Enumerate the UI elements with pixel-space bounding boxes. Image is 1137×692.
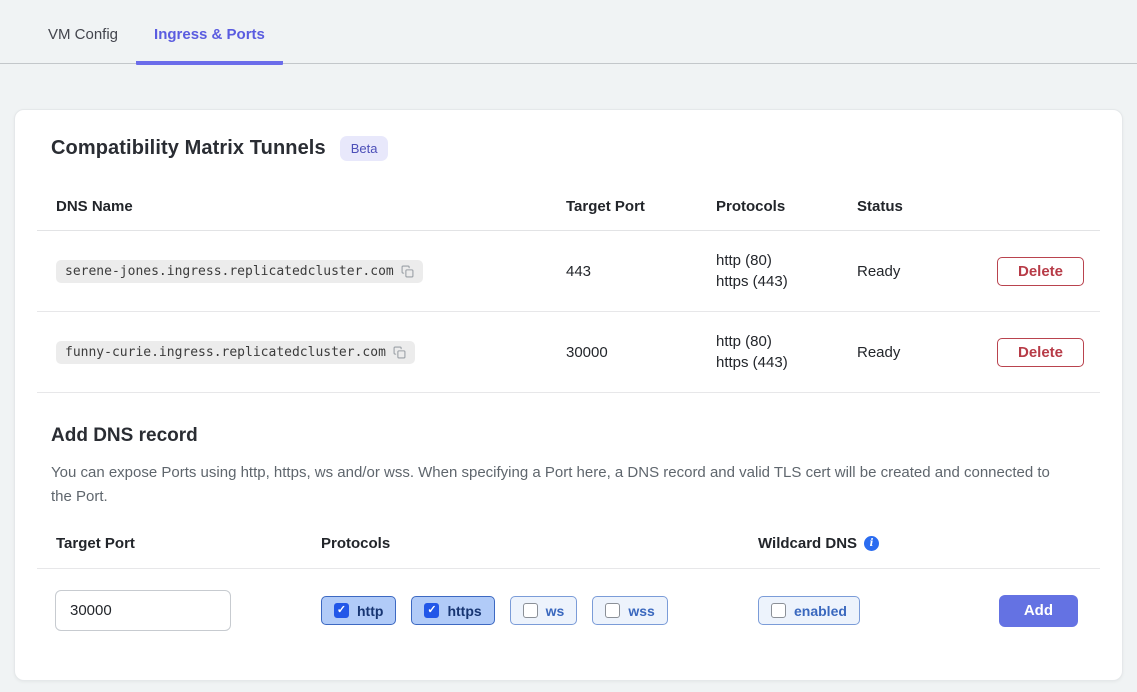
info-icon[interactable]: i bbox=[864, 536, 879, 551]
status-cell: Ready bbox=[838, 344, 978, 361]
copy-icon[interactable] bbox=[401, 265, 414, 278]
checkbox-icon bbox=[424, 603, 439, 618]
protocols-group: http https ws wss bbox=[321, 596, 758, 625]
tab-bar: VM Config Ingress & Ports bbox=[0, 0, 1137, 64]
target-port-input[interactable] bbox=[55, 590, 231, 631]
protocol-label: http bbox=[357, 603, 383, 619]
wildcard-enabled-checkbox[interactable]: enabled bbox=[758, 596, 860, 625]
dns-name-pill: funny-curie.ingress.replicatedcluster.co… bbox=[56, 341, 415, 364]
card-title: Compatibility Matrix Tunnels bbox=[51, 137, 326, 160]
form-header-protocols: Protocols bbox=[321, 535, 758, 552]
target-port-field-cell bbox=[37, 590, 321, 631]
card-title-row: Compatibility Matrix Tunnels Beta bbox=[37, 136, 1100, 161]
checkbox-icon bbox=[605, 603, 620, 618]
protocol-line: https (443) bbox=[716, 271, 838, 292]
checkbox-icon bbox=[334, 603, 349, 618]
dns-name-cell: serene-jones.ingress.replicatedcluster.c… bbox=[37, 260, 547, 283]
protocol-label: https bbox=[447, 603, 481, 619]
header-target-port: Target Port bbox=[547, 183, 697, 230]
table-row: serene-jones.ingress.replicatedcluster.c… bbox=[37, 231, 1100, 312]
protocol-label: ws bbox=[546, 603, 565, 619]
header-dns-name: DNS Name bbox=[37, 183, 547, 230]
add-button[interactable]: Add bbox=[999, 595, 1078, 627]
wildcard-and-submit-cell: enabled Add bbox=[758, 595, 1100, 627]
dns-name-text: serene-jones.ingress.replicatedcluster.c… bbox=[65, 264, 394, 279]
tab-vm-config[interactable]: VM Config bbox=[30, 22, 136, 63]
checkbox-icon bbox=[771, 603, 786, 618]
header-status: Status bbox=[838, 183, 978, 230]
actions-cell: Delete bbox=[978, 338, 1106, 367]
protocol-line: https (443) bbox=[716, 352, 838, 373]
target-port-cell: 443 bbox=[547, 263, 697, 280]
tunnels-card: Compatibility Matrix Tunnels Beta DNS Na… bbox=[14, 109, 1123, 681]
protocol-checkbox-https[interactable]: https bbox=[411, 596, 494, 625]
tunnels-table: DNS Name Target Port Protocols Status se… bbox=[37, 183, 1100, 393]
add-dns-description: You can expose Ports using http, https, … bbox=[37, 461, 1052, 509]
wildcard-enabled-label: enabled bbox=[794, 603, 847, 619]
wildcard-dns-label: Wildcard DNS bbox=[758, 535, 857, 552]
dns-name-pill: serene-jones.ingress.replicatedcluster.c… bbox=[56, 260, 423, 283]
add-dns-form-row: http https ws wss enabled bbox=[37, 590, 1100, 631]
protocols-cell: http (80) https (443) bbox=[697, 331, 838, 373]
dns-name-cell: funny-curie.ingress.replicatedcluster.co… bbox=[37, 341, 547, 364]
table-header-row: DNS Name Target Port Protocols Status bbox=[37, 183, 1100, 231]
protocols-cell: http (80) https (443) bbox=[697, 250, 838, 292]
protocol-checkbox-wss[interactable]: wss bbox=[592, 596, 667, 625]
header-actions bbox=[978, 192, 1100, 222]
protocol-checkbox-ws[interactable]: ws bbox=[510, 596, 578, 625]
tab-ingress-ports[interactable]: Ingress & Ports bbox=[136, 22, 283, 65]
table-row: funny-curie.ingress.replicatedcluster.co… bbox=[37, 312, 1100, 393]
protocol-label: wss bbox=[628, 603, 654, 619]
protocol-line: http (80) bbox=[716, 331, 838, 352]
checkbox-icon bbox=[523, 603, 538, 618]
dns-name-text: funny-curie.ingress.replicatedcluster.co… bbox=[65, 345, 386, 360]
header-protocols: Protocols bbox=[697, 183, 838, 230]
form-header-wildcard-dns: Wildcard DNS i bbox=[758, 535, 1100, 552]
actions-cell: Delete bbox=[978, 257, 1106, 286]
protocol-line: http (80) bbox=[716, 250, 838, 271]
add-dns-form-headers: Target Port Protocols Wildcard DNS i bbox=[37, 535, 1100, 569]
form-header-target-port: Target Port bbox=[37, 535, 321, 552]
protocol-checkbox-http[interactable]: http bbox=[321, 596, 396, 625]
beta-badge: Beta bbox=[340, 136, 389, 161]
add-dns-title: Add DNS record bbox=[37, 425, 1100, 447]
delete-button[interactable]: Delete bbox=[997, 257, 1084, 286]
copy-icon[interactable] bbox=[393, 346, 406, 359]
target-port-cell: 30000 bbox=[547, 344, 697, 361]
status-cell: Ready bbox=[838, 263, 978, 280]
delete-button[interactable]: Delete bbox=[997, 338, 1084, 367]
